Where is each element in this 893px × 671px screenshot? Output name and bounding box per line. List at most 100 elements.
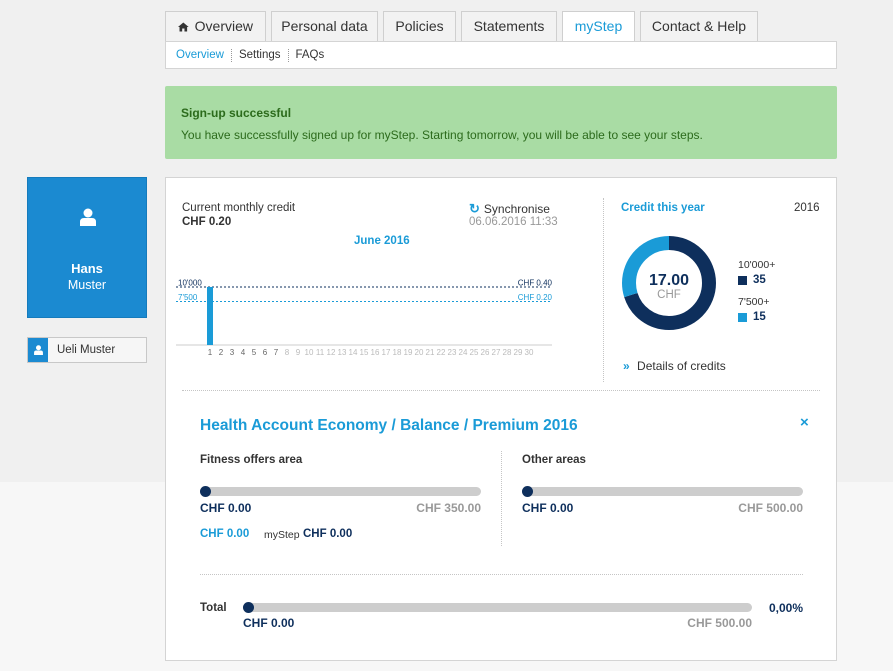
fitness-progress-knob — [200, 486, 211, 497]
x-tick-label: 30 — [525, 348, 534, 357]
sub-navigation: Overview Settings FAQs — [165, 41, 837, 69]
tab-label: Policies — [395, 18, 444, 34]
profile-card[interactable]: Hans Muster — [27, 177, 147, 318]
fitness-sub-label: myStep — [264, 529, 300, 541]
credit-label: Current monthly credit — [182, 202, 296, 214]
legend-label-10000: 10'000+ — [738, 259, 776, 271]
credit-year: 2016 — [794, 202, 820, 214]
total-progress-bar — [243, 603, 752, 612]
other-progress-bar — [522, 487, 803, 496]
legend-value: 35 — [753, 274, 766, 286]
tab-personal-data[interactable]: Personal data — [271, 11, 378, 41]
fitness-current: CHF 0.00 — [200, 501, 252, 515]
tab-label: Overview — [194, 18, 253, 34]
other-progress-knob — [522, 486, 533, 497]
home-icon — [178, 21, 189, 32]
sync-time: 06.06.2016 11:33 — [469, 216, 558, 228]
main-tabs: Overview Personal data Policies Statemen… — [165, 11, 758, 41]
tab-contact-help[interactable]: Contact & Help — [640, 11, 758, 41]
x-tick-label: 10 — [305, 348, 314, 357]
legend-swatch — [738, 275, 747, 285]
double-chevron-icon: » — [623, 359, 630, 373]
tab-label: myStep — [574, 18, 623, 34]
profile-last-name: Muster — [67, 278, 107, 292]
success-banner: Sign-up successful You have successfully… — [165, 86, 837, 159]
divider — [603, 198, 604, 382]
member-name: Ueli Muster — [57, 344, 116, 356]
credit-value: CHF 0.20 — [182, 216, 232, 228]
health-account-title: Health Account Economy / Balance / Premi… — [200, 417, 578, 434]
refresh-icon: ↻ — [469, 201, 480, 216]
fitness-sub-value2: CHF 0.00 — [303, 528, 353, 540]
family-member-button[interactable]: Ueli Muster — [27, 337, 147, 363]
credit-year-title: Credit this year — [621, 202, 705, 214]
subnav-overview[interactable]: Overview — [176, 49, 224, 61]
x-tick-label: 17 — [382, 348, 391, 357]
x-tick-label: 28 — [503, 348, 512, 357]
x-tick-label: 5 — [252, 348, 257, 357]
subnav-faqs[interactable]: FAQs — [296, 49, 325, 61]
synchronise-button[interactable]: ↻ Synchronise — [469, 201, 550, 217]
x-tick-label: 27 — [492, 348, 501, 357]
tab-label: Contact & Help — [651, 18, 747, 34]
threshold-reward: CHF 0.20 — [518, 293, 553, 302]
x-tick-label: 22 — [437, 348, 446, 357]
profile-first-name: Hans — [71, 261, 103, 276]
x-tick-label: 23 — [448, 348, 457, 357]
x-tick-label: 8 — [285, 348, 290, 357]
donut-total: 17.00 — [648, 272, 690, 289]
other-current: CHF 0.00 — [522, 501, 574, 515]
x-tick-label: 29 — [514, 348, 523, 357]
x-tick-label: 3 — [230, 348, 235, 357]
details-link-label: Details of credits — [637, 359, 726, 373]
user-icon — [80, 208, 96, 226]
x-tick-label: 4 — [241, 348, 246, 357]
tab-statements[interactable]: Statements — [461, 11, 557, 41]
divider — [501, 451, 502, 546]
total-label: Total — [200, 602, 227, 614]
x-tick-label: 26 — [481, 348, 490, 357]
threshold-label: 7'500 — [178, 293, 198, 302]
tab-mystep[interactable]: myStep — [562, 11, 635, 41]
x-tick-label: 18 — [393, 348, 402, 357]
x-tick-label: 21 — [426, 348, 435, 357]
x-tick-label: 25 — [470, 348, 479, 357]
steps-chart: 10'000 CHF 0.407'500 CHF 0.201 2 3 4 5 6 7 8 9 10 11… — [176, 278, 553, 357]
tab-policies[interactable]: Policies — [383, 11, 456, 41]
fitness-progress-bar — [200, 487, 481, 496]
total-max: CHF 500.00 — [687, 616, 752, 630]
legend-label-7500: 7'500+ — [738, 296, 770, 308]
tab-overview[interactable]: Overview — [165, 11, 266, 41]
user-icon — [33, 345, 43, 355]
other-max: CHF 500.00 — [738, 501, 803, 515]
x-tick-label: 13 — [338, 348, 347, 357]
legend-item-7500: 15 — [738, 311, 766, 323]
sync-label: Synchronise — [483, 202, 550, 216]
details-of-credits-link[interactable]: » Details of credits — [623, 359, 726, 373]
x-tick-label: 15 — [360, 348, 369, 357]
x-tick-label: 14 — [349, 348, 358, 357]
banner-title: Sign-up successful — [181, 106, 292, 120]
tab-label: Statements — [473, 18, 545, 34]
member-icon-box — [28, 338, 48, 362]
x-tick-label: 16 — [371, 348, 380, 357]
x-tick-label: 9 — [296, 348, 301, 357]
x-tick-label: 1 — [208, 348, 213, 357]
chart-month: June 2016 — [354, 235, 410, 247]
divider — [287, 48, 289, 62]
divider — [230, 48, 232, 62]
total-current: CHF 0.00 — [243, 616, 295, 630]
fitness-sub-value: CHF 0.00 — [200, 528, 250, 540]
total-percent: 0,00% — [768, 601, 803, 615]
legend-item-10000: 35 — [738, 274, 766, 286]
legend-swatch — [738, 312, 747, 322]
divider — [200, 574, 803, 575]
tab-label: Personal data — [281, 18, 368, 34]
mystep-card: Current monthly credit CHF 0.20 ↻ Synchr… — [165, 177, 837, 661]
subnav-settings[interactable]: Settings — [239, 49, 281, 61]
x-tick-label: 7 — [274, 348, 279, 357]
x-tick-label: 20 — [415, 348, 424, 357]
close-icon[interactable]: × — [800, 414, 809, 431]
x-tick-label: 24 — [459, 348, 468, 357]
x-tick-label: 12 — [327, 348, 336, 357]
